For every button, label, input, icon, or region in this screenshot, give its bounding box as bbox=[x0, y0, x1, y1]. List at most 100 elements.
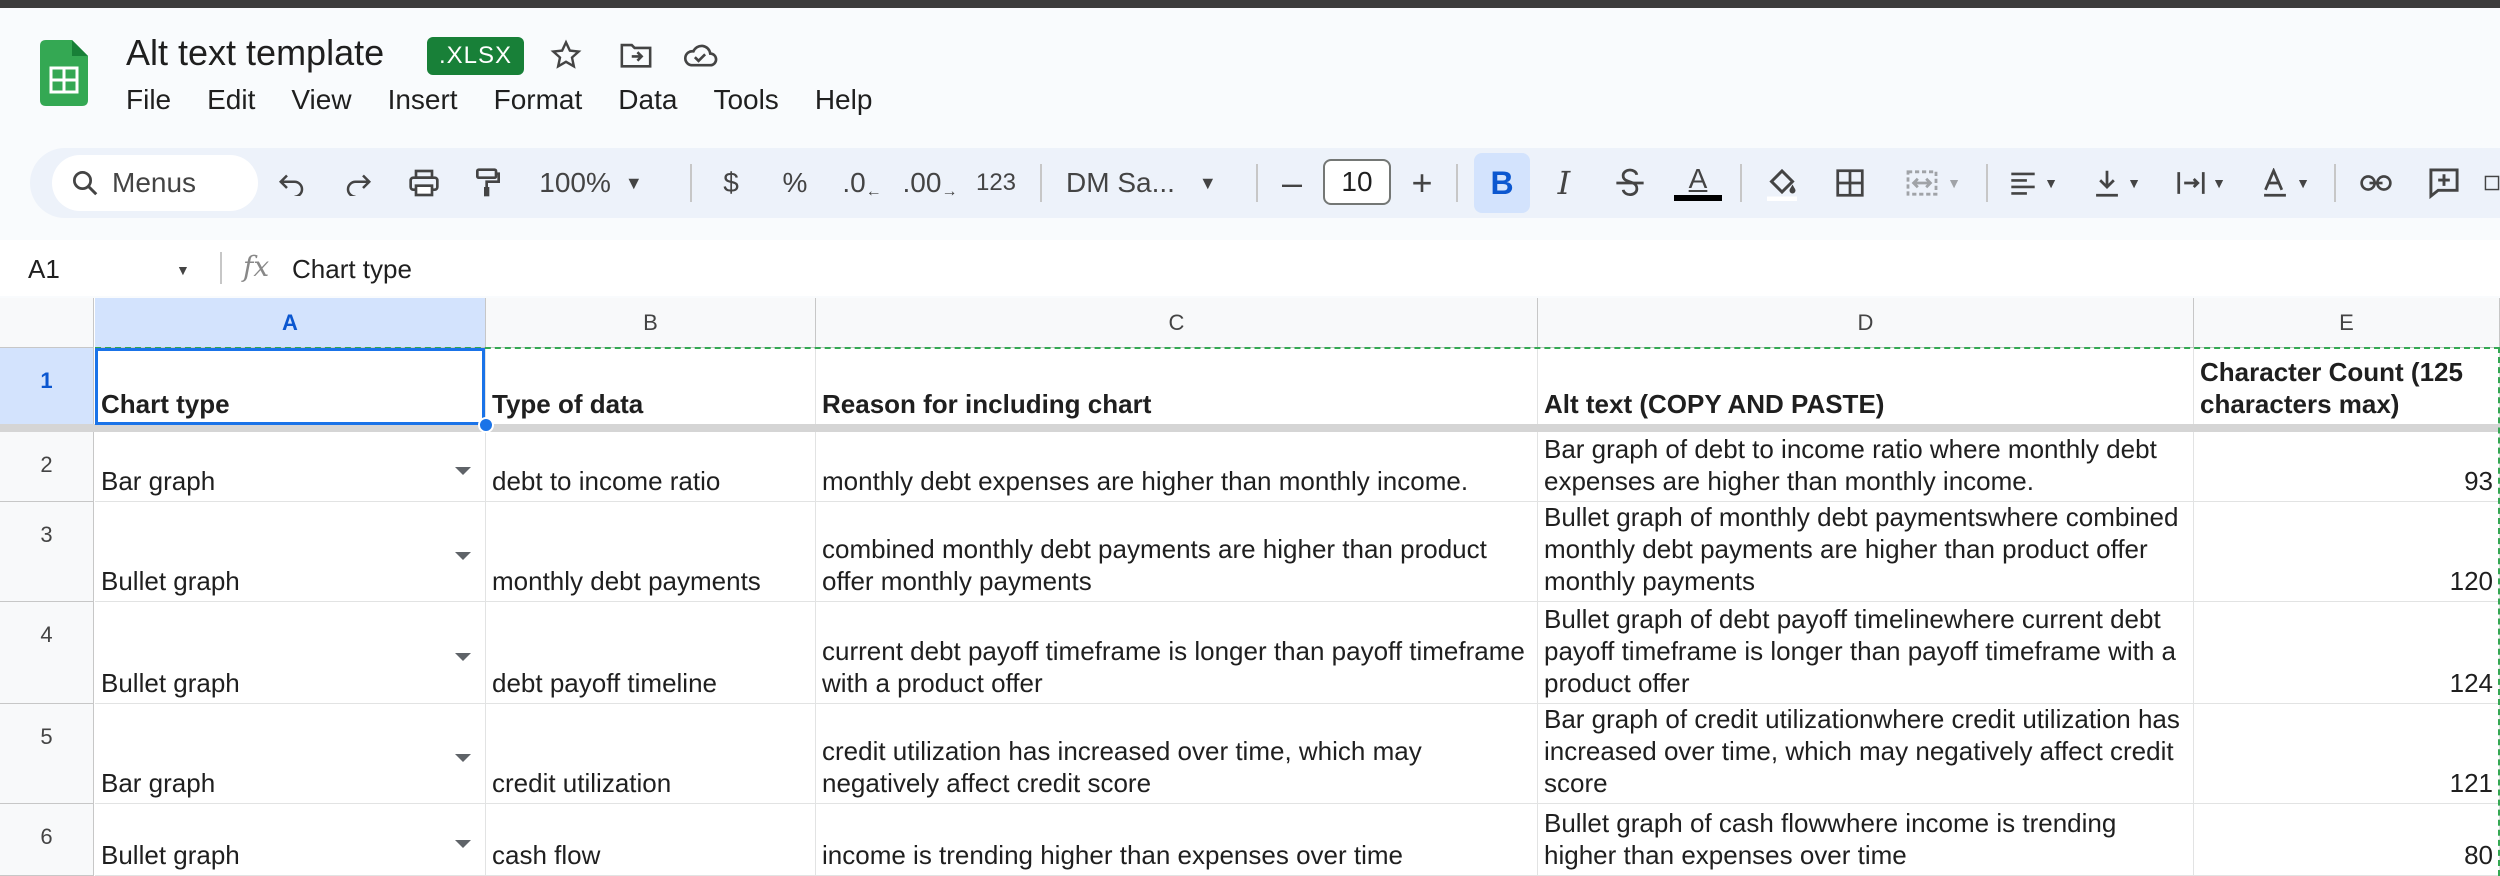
cell-c4[interactable]: current debt payoff timeframe is longer … bbox=[816, 602, 1538, 704]
cell-a6[interactable]: Bullet graph bbox=[95, 804, 486, 876]
percent-format-button[interactable]: % bbox=[776, 155, 814, 211]
undo-icon[interactable] bbox=[270, 155, 314, 211]
row-header[interactable]: 4 bbox=[0, 602, 94, 704]
decrease-font-size-button[interactable]: – bbox=[1272, 155, 1312, 211]
dropdown-chip-icon[interactable] bbox=[455, 839, 471, 848]
cell-d3[interactable]: Bullet graph of monthly debt paymentswhe… bbox=[1538, 502, 2194, 602]
star-icon[interactable] bbox=[546, 35, 586, 75]
cell-d1[interactable]: Alt text (COPY AND PASTE) bbox=[1538, 348, 2194, 425]
search-icon bbox=[73, 171, 98, 196]
menu-edit[interactable]: Edit bbox=[207, 84, 255, 116]
dropdown-chip-icon[interactable] bbox=[455, 551, 471, 560]
redo-icon[interactable] bbox=[336, 155, 380, 211]
row-header[interactable]: 1 bbox=[0, 348, 94, 425]
borders-icon[interactable] bbox=[1828, 155, 1872, 211]
menu-insert[interactable]: Insert bbox=[388, 84, 458, 116]
insert-link-icon[interactable] bbox=[2354, 155, 2398, 211]
column-header-e[interactable]: E bbox=[2194, 298, 2500, 348]
cell-a3[interactable]: Bullet graph bbox=[95, 502, 486, 602]
column-header-d[interactable]: D bbox=[1538, 298, 2194, 348]
merge-cells-icon[interactable]: ▼ bbox=[1896, 155, 1970, 211]
toolbar-divider bbox=[1456, 164, 1458, 202]
cell-c6[interactable]: income is trending higher than expenses … bbox=[816, 804, 1538, 876]
print-icon[interactable] bbox=[402, 155, 446, 211]
fill-handle[interactable] bbox=[478, 417, 494, 433]
cell-c5[interactable]: credit utilization has increased over ti… bbox=[816, 704, 1538, 804]
cell-b1[interactable]: Type of data bbox=[486, 348, 816, 425]
italic-button[interactable]: I bbox=[1544, 155, 1584, 211]
move-folder-icon[interactable] bbox=[616, 35, 656, 75]
cell-e2[interactable]: 93 bbox=[2194, 432, 2500, 502]
menu-search[interactable]: Menus bbox=[52, 155, 258, 211]
cloud-status-icon[interactable] bbox=[680, 35, 720, 75]
menu-help[interactable]: Help bbox=[815, 84, 873, 116]
text-wrapping-icon[interactable]: ▼ bbox=[2168, 155, 2234, 211]
row-header[interactable]: 5 bbox=[0, 704, 94, 804]
row-header[interactable]: 3 bbox=[0, 502, 94, 602]
column-header-a[interactable]: A bbox=[95, 298, 486, 348]
increase-decimal-button[interactable]: .00 → bbox=[902, 155, 958, 211]
strikethrough-icon[interactable] bbox=[1608, 155, 1652, 211]
cell-c3[interactable]: combined monthly debt payments are highe… bbox=[816, 502, 1538, 602]
cell-e3[interactable]: 120 bbox=[2194, 502, 2500, 602]
fill-color-icon[interactable] bbox=[1758, 155, 1806, 211]
sheets-logo-icon[interactable] bbox=[40, 40, 88, 106]
cell-e1[interactable]: Character Count (125 characters max) bbox=[2194, 348, 2500, 425]
row-header[interactable]: 6 bbox=[0, 804, 94, 876]
cell-e6[interactable]: 80 bbox=[2194, 804, 2500, 876]
vertical-align-icon[interactable]: ▼ bbox=[2084, 155, 2150, 211]
currency-format-button[interactable]: $ bbox=[712, 155, 750, 211]
horizontal-align-icon[interactable]: ▼ bbox=[2000, 155, 2066, 211]
menu-file[interactable]: File bbox=[126, 84, 171, 116]
menu-data[interactable]: Data bbox=[618, 84, 677, 116]
chevron-down-icon[interactable]: ▼ bbox=[176, 262, 190, 278]
cell-a5[interactable]: Bar graph bbox=[95, 704, 486, 804]
zoom-select[interactable]: 100% ▼ bbox=[536, 155, 646, 211]
cell-c2[interactable]: monthly debt expenses are higher than mo… bbox=[816, 432, 1538, 502]
dropdown-chip-icon[interactable] bbox=[455, 466, 471, 475]
number-format-button[interactable]: 123 bbox=[974, 155, 1018, 211]
frozen-row-divider[interactable] bbox=[0, 424, 2500, 432]
cell-c1[interactable]: Reason for including chart bbox=[816, 348, 1538, 425]
text-color-button[interactable]: A bbox=[1672, 155, 1724, 211]
cell-a2-text: Bar graph bbox=[101, 466, 216, 496]
text-rotation-icon[interactable]: ▼ bbox=[2252, 155, 2318, 211]
column-header-c[interactable]: C bbox=[816, 298, 1538, 348]
cell-b3[interactable]: monthly debt payments bbox=[486, 502, 816, 602]
cell-b2[interactable]: debt to income ratio bbox=[486, 432, 816, 502]
cell-e5[interactable]: 121 bbox=[2194, 704, 2500, 804]
increase-font-size-button[interactable]: + bbox=[1402, 155, 1442, 211]
row-header[interactable]: 2 bbox=[0, 432, 94, 502]
name-box[interactable]: A1 bbox=[28, 254, 60, 285]
insert-chart-icon[interactable] bbox=[2484, 155, 2500, 211]
cell-a2[interactable]: Bar graph bbox=[95, 432, 486, 502]
bold-button[interactable]: B bbox=[1474, 153, 1530, 213]
menu-format[interactable]: Format bbox=[494, 84, 583, 116]
select-all-corner[interactable] bbox=[0, 298, 94, 348]
font-size-input[interactable]: 10 bbox=[1323, 159, 1391, 205]
menu-view[interactable]: View bbox=[291, 84, 351, 116]
formula-input[interactable]: Chart type bbox=[292, 254, 412, 285]
text-color-swatch bbox=[1674, 195, 1722, 201]
cell-d2[interactable]: Bar graph of debt to income ratio where … bbox=[1538, 432, 2194, 502]
cell-b4[interactable]: debt payoff timeline bbox=[486, 602, 816, 704]
cell-d4[interactable]: Bullet graph of debt payoff timelinewher… bbox=[1538, 602, 2194, 704]
cell-e4[interactable]: 124 bbox=[2194, 602, 2500, 704]
cell-b5[interactable]: credit utilization bbox=[486, 704, 816, 804]
cell-b6[interactable]: cash flow bbox=[486, 804, 816, 876]
window-top-edge bbox=[0, 0, 2500, 8]
cell-d5[interactable]: Bar graph of credit utilizationwhere cre… bbox=[1538, 704, 2194, 804]
decrease-decimal-label: .0 bbox=[842, 167, 866, 198]
dropdown-chip-icon[interactable] bbox=[455, 753, 471, 762]
insert-comment-icon[interactable] bbox=[2422, 155, 2466, 211]
decrease-decimal-button[interactable]: .0 ← bbox=[840, 155, 884, 211]
menu-tools[interactable]: Tools bbox=[713, 84, 778, 116]
column-header-b[interactable]: B bbox=[486, 298, 816, 348]
cell-a4[interactable]: Bullet graph bbox=[95, 602, 486, 704]
font-select[interactable]: DM Sa... ▼ bbox=[1066, 155, 1236, 211]
cell-d6[interactable]: Bullet graph of cash flowwhere income is… bbox=[1538, 804, 2194, 876]
dropdown-chip-icon[interactable] bbox=[455, 652, 471, 661]
document-title[interactable]: Alt text template bbox=[126, 32, 384, 74]
paint-format-icon[interactable] bbox=[466, 155, 510, 211]
increase-decimal-label: .00 bbox=[902, 167, 942, 198]
